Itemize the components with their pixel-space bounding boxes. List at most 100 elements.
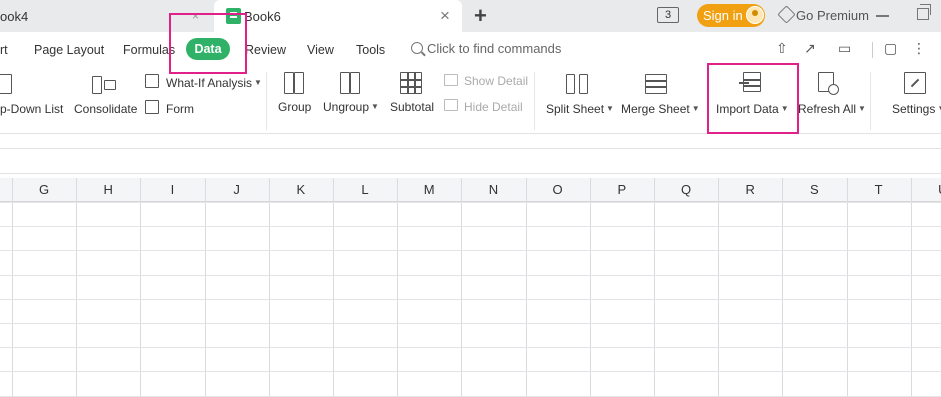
settings-label: Settings — [892, 102, 936, 116]
data-ribbon: p-Down List Consolidate What-If Analysis… — [0, 68, 941, 134]
dropdown-list-icon[interactable] — [0, 74, 24, 98]
ungroup-label: Ungroup — [323, 100, 370, 114]
refresh-all-label: Refresh All — [798, 102, 857, 116]
ungroup-icon[interactable] — [338, 72, 362, 96]
column-header-o[interactable]: O — [526, 182, 590, 197]
hide-detail-button[interactable]: Hide Detail — [464, 100, 523, 114]
consolidate-button[interactable]: Consolidate — [74, 102, 137, 116]
close-icon[interactable]: × — [192, 9, 199, 23]
search-icon — [411, 42, 423, 54]
formula-bar[interactable] — [0, 148, 941, 174]
consolidate-icon[interactable] — [92, 74, 116, 98]
merge-sheet-label: Merge Sheet — [621, 102, 690, 116]
subtotal-icon[interactable] — [400, 72, 424, 96]
split-sheet-button[interactable]: Split Sheet ▼ — [546, 102, 614, 116]
form-icon — [145, 100, 161, 116]
column-header-r[interactable]: R — [718, 182, 782, 197]
column-header-i[interactable]: I — [140, 182, 204, 197]
tab-bar: ook4 × Book6 × + 3 Sign in Go Premium — [0, 0, 941, 32]
grid-column-line — [526, 178, 527, 397]
menu-bar: rt Page Layout Formulas Data Review View… — [0, 32, 941, 68]
show-detail-icon — [444, 74, 460, 88]
column-header-p[interactable]: P — [590, 182, 654, 197]
grid-column-line — [140, 178, 141, 397]
new-tab-button[interactable]: + — [474, 3, 487, 29]
what-if-icon — [145, 74, 161, 90]
find-commands-input[interactable]: Click to find commands — [427, 41, 561, 56]
column-header-n[interactable]: N — [461, 182, 525, 197]
grid-column-line — [12, 178, 13, 397]
go-premium-button[interactable]: Go Premium — [796, 8, 869, 23]
grid-row-line — [0, 250, 941, 251]
grid-column-line — [911, 178, 912, 397]
menu-formulas[interactable]: Formulas — [123, 43, 175, 57]
tab-book6[interactable]: Book6 × — [214, 0, 462, 32]
settings-button[interactable]: Settings▼ — [892, 102, 941, 116]
menu-insert[interactable]: rt — [0, 43, 8, 57]
form-button[interactable]: Form — [166, 102, 194, 116]
menu-review[interactable]: Review — [245, 43, 286, 57]
spreadsheet-window: ook4 × Book6 × + 3 Sign in Go Premium rt… — [0, 0, 941, 397]
divider — [870, 72, 871, 130]
import-data-icon[interactable] — [739, 72, 763, 96]
refresh-all-icon[interactable] — [816, 72, 840, 96]
grid-row-line — [0, 275, 941, 276]
premium-icon — [777, 5, 796, 24]
grid-column-line — [397, 178, 398, 397]
dropdown-list-button[interactable]: p-Down List — [0, 102, 63, 116]
minimize-icon[interactable] — [876, 15, 889, 17]
export-icon[interactable]: ↗ — [804, 40, 816, 57]
grid-column-line — [205, 178, 206, 397]
comment-icon[interactable]: ▢ — [884, 40, 897, 57]
share-icon[interactable]: ⇧ — [776, 40, 788, 57]
close-icon[interactable]: × — [440, 6, 450, 26]
grid-column-line — [76, 178, 77, 397]
merge-sheet-button[interactable]: Merge Sheet ▼ — [621, 102, 700, 116]
restore-icon[interactable] — [917, 4, 931, 20]
settings-icon[interactable] — [904, 72, 928, 96]
divider — [266, 72, 267, 130]
what-if-analysis-button[interactable]: What-If Analysis ▼ — [166, 76, 262, 90]
column-header-j[interactable]: J — [205, 182, 269, 197]
grid-column-line — [333, 178, 334, 397]
grid-row-line — [0, 371, 941, 372]
column-header-m[interactable]: M — [397, 182, 461, 197]
tab-count-badge[interactable]: 3 — [657, 7, 679, 23]
more-icon[interactable]: ⋮ — [912, 40, 926, 57]
what-if-label: What-If Analysis — [166, 76, 253, 90]
import-data-button[interactable]: Import Data ▼ — [716, 102, 789, 116]
group-button[interactable]: Group — [278, 100, 311, 114]
grid-column-line — [461, 178, 462, 397]
menu-view[interactable]: View — [307, 43, 334, 57]
toolbar-icon[interactable]: ▭ — [838, 40, 851, 57]
column-header-g[interactable]: G — [12, 182, 76, 197]
grid-row-line — [0, 299, 941, 300]
show-detail-button[interactable]: Show Detail — [464, 74, 528, 88]
column-header-q[interactable]: Q — [654, 182, 718, 197]
menu-page-layout[interactable]: Page Layout — [34, 43, 104, 57]
column-header-h[interactable]: H — [76, 182, 140, 197]
column-header-t[interactable]: T — [847, 182, 911, 197]
menu-data[interactable]: Data — [186, 38, 230, 60]
group-icon[interactable] — [282, 72, 306, 96]
column-header-k[interactable]: K — [269, 182, 333, 197]
column-header-l[interactable]: L — [333, 182, 397, 197]
column-header-s[interactable]: S — [782, 182, 846, 197]
ungroup-button[interactable]: Ungroup ▼ — [323, 100, 379, 114]
subtotal-button[interactable]: Subtotal — [390, 100, 434, 114]
refresh-all-button[interactable]: Refresh All ▼ — [798, 102, 866, 116]
divider — [534, 72, 535, 130]
grid-row-line — [0, 323, 941, 324]
divider — [872, 42, 873, 58]
tab-book4[interactable]: ook4 × — [0, 0, 214, 32]
grid-row-line — [0, 202, 941, 203]
menu-tools[interactable]: Tools — [356, 43, 385, 57]
grid-column-line — [590, 178, 591, 397]
avatar[interactable] — [746, 6, 764, 24]
tab-label: ook4 — [0, 9, 29, 24]
merge-sheet-icon[interactable] — [645, 74, 669, 98]
split-sheet-icon[interactable] — [566, 74, 590, 98]
grid-column-line — [782, 178, 783, 397]
column-header-u[interactable]: U — [911, 182, 941, 197]
grid-column-line — [654, 178, 655, 397]
